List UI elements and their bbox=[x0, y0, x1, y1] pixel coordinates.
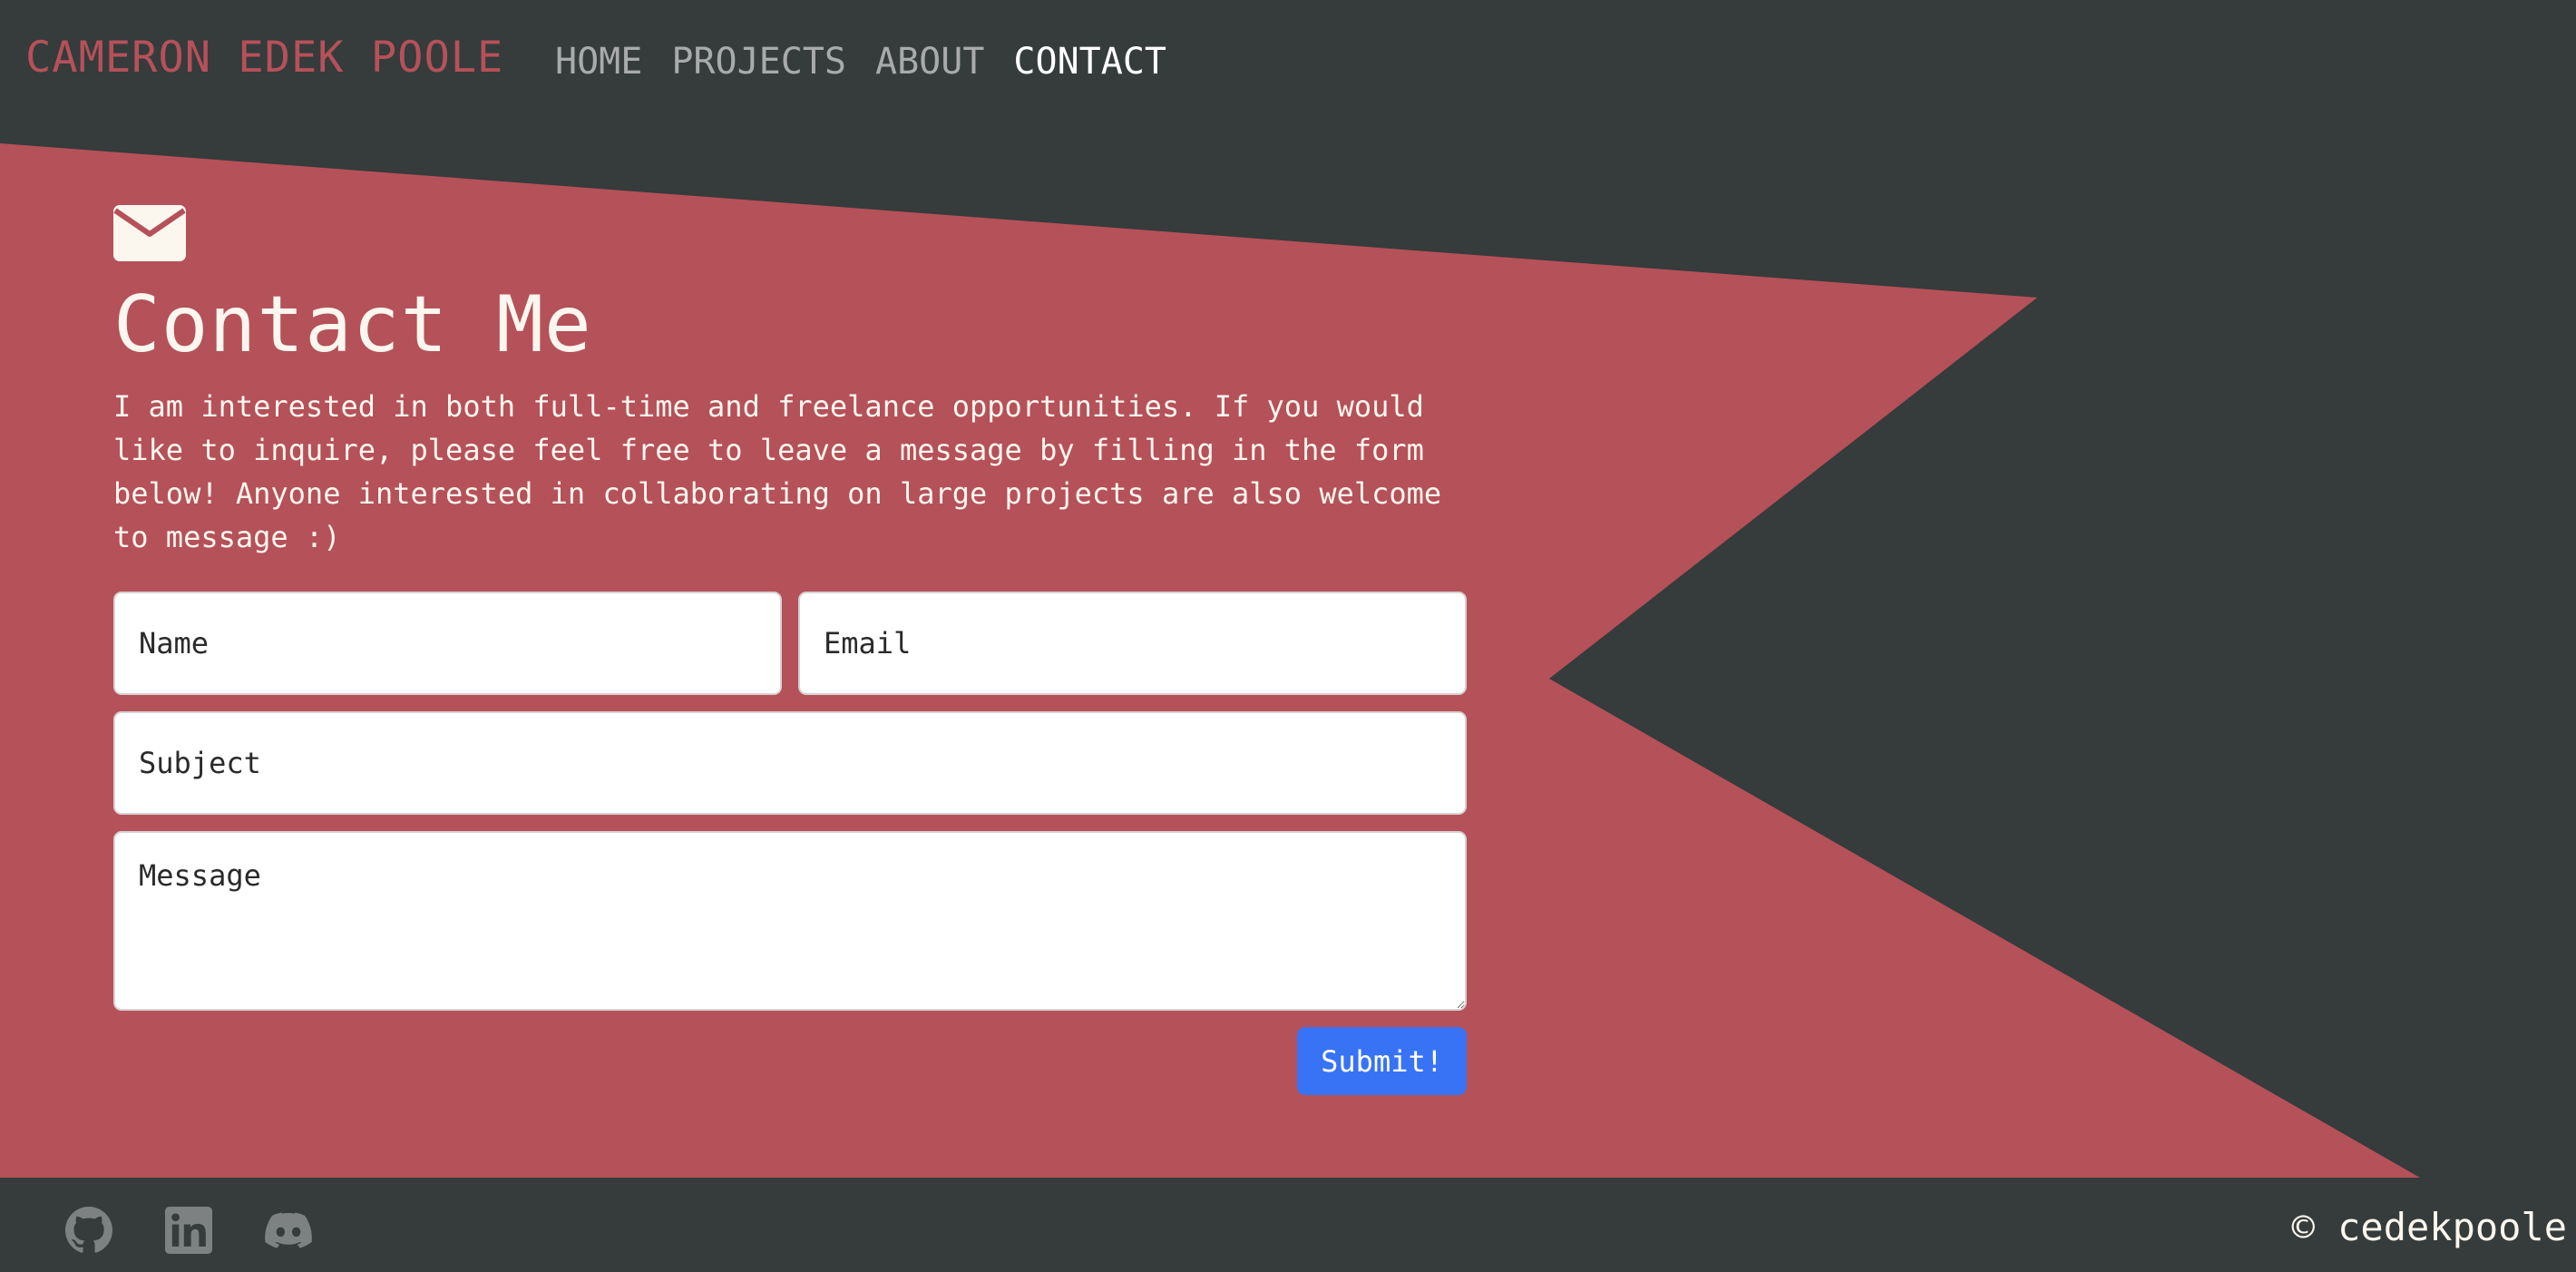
discord-icon bbox=[265, 1212, 312, 1248]
nav-link-about[interactable]: ABOUT bbox=[875, 33, 984, 91]
intro-text: I am interested in both full-time and fr… bbox=[113, 389, 1442, 554]
navbar: CAMERON EDEK POOLE HOME PROJECTS ABOUT C… bbox=[0, 0, 2576, 123]
linkedin-icon bbox=[165, 1207, 212, 1254]
contact-section: Contact Me I am interested in both full-… bbox=[113, 205, 1467, 1095]
social-links bbox=[65, 1207, 312, 1254]
copyright-text: © cedekpoole bbox=[2291, 1205, 2567, 1249]
github-icon bbox=[65, 1207, 112, 1253]
subject-input[interactable] bbox=[113, 711, 1467, 815]
envelope-icon bbox=[113, 205, 186, 261]
github-link[interactable] bbox=[65, 1207, 112, 1254]
submit-row: Submit! bbox=[113, 1027, 1467, 1095]
email-input[interactable] bbox=[798, 592, 1467, 695]
name-input[interactable] bbox=[113, 592, 782, 695]
linkedin-link[interactable] bbox=[165, 1207, 212, 1254]
name-email-row bbox=[113, 592, 1467, 695]
brand-logo[interactable]: CAMERON EDEK POOLE bbox=[25, 33, 503, 83]
nav-link-contact[interactable]: CONTACT bbox=[1013, 33, 1166, 91]
contact-form: Submit! bbox=[113, 592, 1467, 1095]
discord-link[interactable] bbox=[265, 1207, 312, 1254]
subject-row bbox=[113, 711, 1467, 815]
nav-links: HOME PROJECTS ABOUT CONTACT bbox=[555, 33, 1195, 91]
nav-link-home[interactable]: HOME bbox=[555, 33, 642, 91]
nav-link-projects[interactable]: PROJECTS bbox=[671, 33, 846, 91]
submit-button[interactable]: Submit! bbox=[1297, 1027, 1467, 1095]
footer: © cedekpoole bbox=[0, 1178, 2576, 1272]
page: CAMERON EDEK POOLE HOME PROJECTS ABOUT C… bbox=[0, 0, 2576, 1272]
message-textarea[interactable] bbox=[113, 831, 1467, 1011]
page-title: Contact Me bbox=[113, 279, 592, 370]
